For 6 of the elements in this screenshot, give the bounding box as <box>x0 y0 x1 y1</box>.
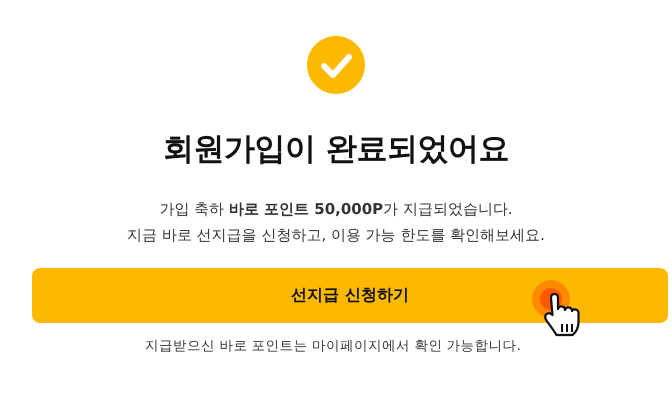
message-text: 지금 바로 선지급을 신청하고, 이용 가능 한도를 확인해보세요. <box>127 226 545 245</box>
check-circle-icon <box>307 36 365 94</box>
footnote-text: 지급받으신 바로 포인트는 마이페이지에서 확인 가능합니다. <box>145 337 521 355</box>
apply-button[interactable]: 선지급 신청하기 <box>32 268 668 323</box>
page-title: 회원가입이 완료되었어요 <box>163 130 509 169</box>
message-text: 가입 축하 바로 포인트 50,000P가 지급되었습니다. <box>159 200 513 219</box>
